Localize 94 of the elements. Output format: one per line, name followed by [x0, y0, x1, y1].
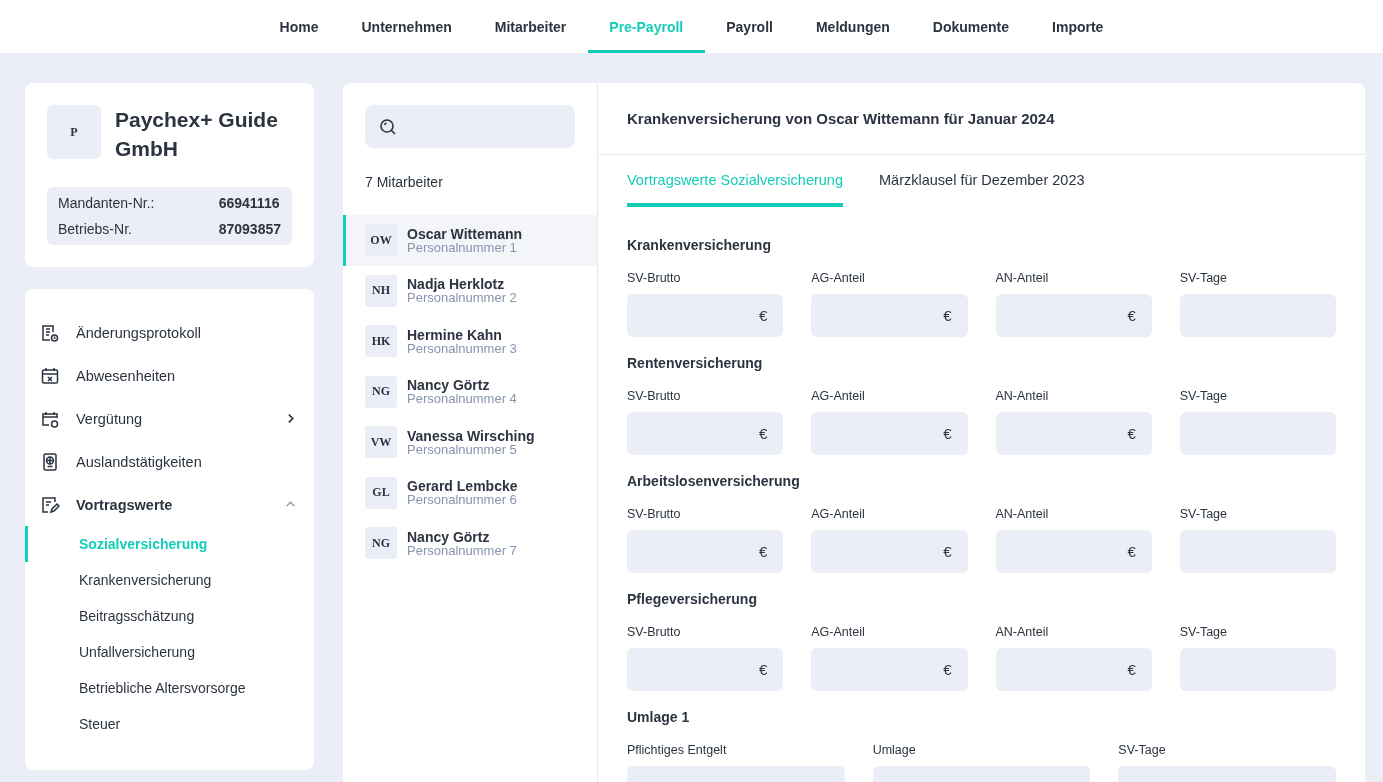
section-heading: Rentenversicherung — [627, 355, 764, 372]
field-label: SV-Brutto — [627, 625, 682, 640]
field-label: SV-Brutto — [627, 507, 682, 522]
employee-count: 7 Mitarbeiter — [365, 174, 444, 190]
nav-tab[interactable]: Importe — [1030, 0, 1125, 53]
nav-tab[interactable]: Mitarbeiter — [473, 0, 588, 53]
tab[interactable]: Märzklausel für Dezember 2023 — [879, 172, 1085, 207]
field-label: Umlage — [872, 743, 917, 758]
fact-label: Betriebs-Nr. — [58, 221, 133, 237]
input-field[interactable]: € — [811, 412, 968, 455]
fact-label: Mandanten-Nr.: — [58, 195, 156, 211]
input-field[interactable]: € — [995, 294, 1152, 337]
field-label: AG-Anteil — [811, 507, 866, 522]
currency-suffix: € — [758, 425, 768, 442]
field-label: SV-Tage — [1179, 507, 1228, 522]
nav-tab[interactable]: Meldungen — [794, 0, 912, 53]
employee-item[interactable]: OW Oscar Wittemann Personalnummer 1 — [343, 215, 597, 266]
input-field[interactable]: € — [811, 294, 968, 337]
field-label: SV-Tage — [1179, 625, 1228, 640]
submenu-item[interactable]: Krankenversicherung — [25, 562, 314, 598]
currency-suffix: € — [1127, 543, 1136, 560]
employee-avatar: GL — [365, 476, 397, 509]
section-heading: Arbeitslosenversicherung — [627, 473, 801, 490]
menu-item[interactable]: Änderungsprotokoll — [25, 311, 314, 354]
fact-value: 87093857 — [218, 221, 281, 237]
employee-avatar: NG — [365, 527, 397, 560]
input-field[interactable]: € — [627, 294, 784, 337]
currency-suffix: € — [1127, 307, 1136, 324]
currency-suffix: € — [943, 661, 952, 678]
input-field[interactable]: € — [627, 530, 784, 573]
employee-item[interactable]: VW Vanessa Wirsching Personalnummer 5 — [343, 417, 597, 468]
employee-avatar: OW — [365, 224, 397, 257]
field-label: AN-Anteil — [995, 507, 1050, 522]
employee-item[interactable]: NH Nadja Herklotz Personalnummer 2 — [343, 265, 597, 316]
input-field[interactable]: € — [995, 648, 1152, 691]
nav-tab[interactable]: Dokumente — [911, 0, 1031, 53]
field-label: SV-Tage — [1118, 743, 1167, 758]
company-name: Paychex+ Guide GmbH — [115, 107, 279, 162]
input-field[interactable]: € — [811, 648, 968, 691]
section-heading: Pflegeversicherung — [627, 591, 758, 608]
currency-suffix: € — [1127, 425, 1136, 442]
field-label: AN-Anteil — [995, 625, 1050, 640]
currency-suffix: € — [943, 425, 952, 442]
currency-suffix: € — [758, 543, 768, 560]
employee-item[interactable]: NG Nancy Görtz Personalnummer 4 — [343, 366, 597, 417]
nav-tab[interactable]: Payroll — [704, 0, 795, 53]
employee-item[interactable]: GL Gerard Lembcke Personalnummer 6 — [343, 467, 597, 518]
input-field[interactable]: € — [995, 412, 1152, 455]
field-label: Pflichtiges Entgelt — [627, 743, 728, 758]
input-field[interactable]: € — [627, 648, 784, 691]
document-clock-icon — [40, 322, 60, 343]
field-label: AN-Anteil — [995, 271, 1050, 286]
submenu-item[interactable]: Steuer — [25, 706, 314, 742]
search-icon — [379, 117, 397, 136]
menu-item[interactable]: Vortragswerte — [25, 483, 314, 526]
currency-suffix: € — [943, 307, 952, 324]
menu-item[interactable]: Abwesenheiten — [25, 354, 314, 397]
input-field[interactable]: € — [995, 530, 1152, 573]
currency-suffix: € — [1127, 661, 1136, 678]
employee-avatar: HK — [365, 325, 397, 358]
input-field[interactable]: € — [627, 412, 784, 455]
field-label: SV-Tage — [1179, 389, 1228, 404]
currency-suffix: € — [943, 543, 952, 560]
submenu-item[interactable]: Betriebliche Altersvorsorge — [25, 670, 314, 706]
currency-suffix: € — [758, 661, 768, 678]
employee-avatar: NG — [365, 375, 397, 408]
passport-icon — [40, 451, 60, 472]
field-label: SV-Brutto — [627, 389, 682, 404]
field-label: AG-Anteil — [811, 389, 866, 404]
search-field[interactable] — [365, 105, 575, 148]
employee-item[interactable]: HK Hermine Kahn Personalnummer 3 — [343, 316, 597, 367]
nav-tab[interactable]: Home — [258, 0, 340, 53]
field-label: SV-Tage — [1179, 271, 1228, 286]
section-heading: Krankenversicherung — [627, 237, 772, 254]
company-logo: P — [47, 105, 101, 159]
menu-item[interactable]: Auslandstätigkeiten — [25, 440, 314, 483]
fact-value: 66941116 — [218, 195, 281, 211]
field-label: AG-Anteil — [811, 271, 866, 286]
employee-avatar: VW — [365, 426, 397, 459]
submenu-item[interactable]: Beitragsschätzung — [25, 598, 314, 634]
section-heading: Umlage 1 — [627, 709, 691, 726]
nav-tab[interactable]: Unternehmen — [340, 0, 474, 53]
calendar-x-icon — [40, 365, 60, 386]
input-field[interactable]: € — [811, 530, 968, 573]
field-label: AN-Anteil — [995, 389, 1050, 404]
field-label: AG-Anteil — [811, 625, 866, 640]
submenu-item[interactable]: Unfallversicherung — [25, 634, 314, 670]
page-title: Krankenversicherung von Oscar Wittemann für Januar 2024 — [598, 83, 1365, 155]
document-pencil-icon — [40, 494, 60, 515]
menu-item[interactable]: Vergütung — [25, 397, 314, 440]
currency-suffix: € — [758, 307, 768, 324]
employee-item[interactable]: NG Nancy Görtz Personalnummer 7 — [343, 518, 597, 569]
employee-avatar: NH — [365, 274, 397, 307]
field-label: SV-Brutto — [627, 271, 682, 286]
